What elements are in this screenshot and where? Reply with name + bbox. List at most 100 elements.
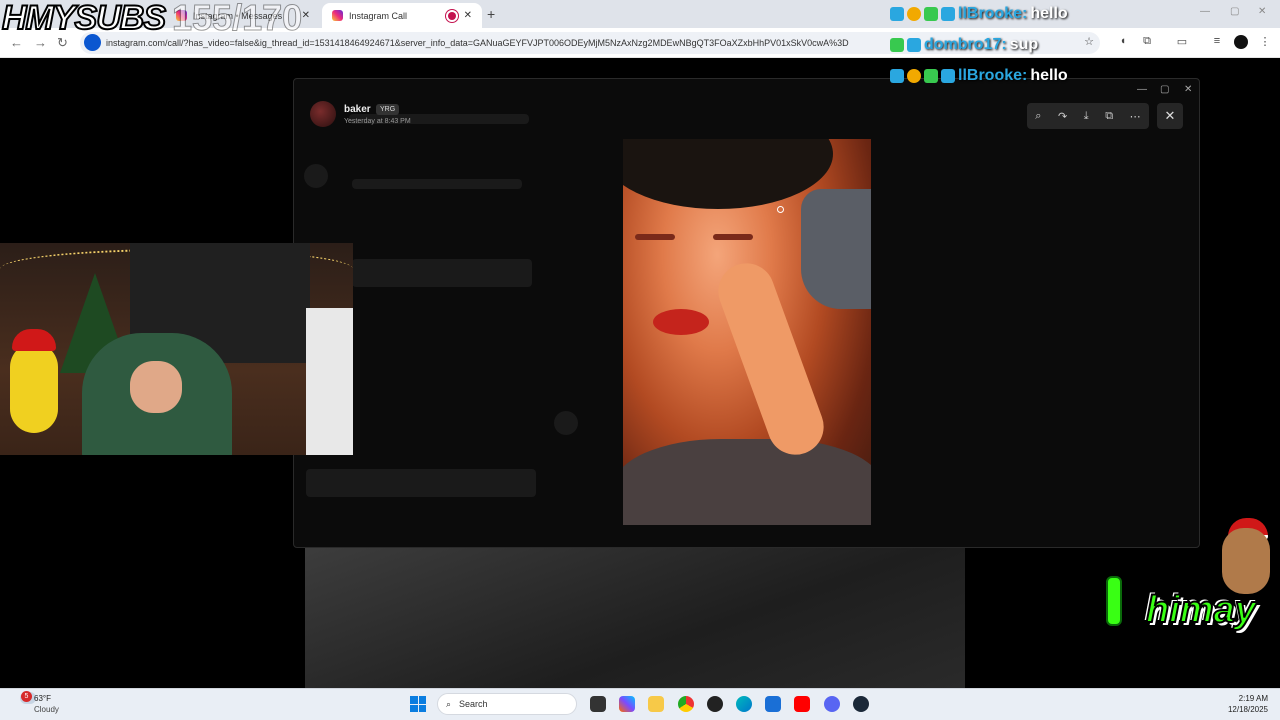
instagram-icon [332, 10, 343, 21]
forward-share-icon[interactable]: ↷ [1058, 110, 1067, 123]
teddy-bear-graphic [1222, 528, 1270, 594]
edge-icon[interactable] [736, 696, 752, 712]
download-icon[interactable]: ⤓ [1084, 110, 1089, 123]
chrome-icon[interactable] [678, 696, 694, 712]
eye [713, 234, 753, 240]
favorites-icon[interactable]: ≡ [1210, 35, 1224, 49]
search-placeholder: Search [459, 699, 488, 709]
tab-instagram-call[interactable]: Instagram Call ✕ [322, 3, 482, 28]
tab-label: Instagram Call [349, 10, 408, 21]
white-cabinet [306, 308, 353, 455]
profile-avatar[interactable] [1234, 35, 1248, 49]
badge-icon [941, 69, 955, 83]
maximize-icon[interactable]: ▢ [1160, 84, 1169, 95]
taskbar [0, 688, 1280, 720]
background-ghost [352, 179, 522, 189]
windows-start-icon[interactable] [410, 696, 426, 712]
bookmark-star-icon[interactable]: ☆ [1082, 35, 1096, 49]
sender-name[interactable]: baker [344, 104, 371, 115]
sub-goal-brand: HMYSUBS [1, 0, 167, 37]
badge-icon [924, 7, 938, 21]
minion-figure [10, 343, 58, 433]
close-tab-icon[interactable]: ✕ [302, 10, 310, 21]
badge-icon [890, 69, 904, 83]
minimize-icon[interactable]: — [1200, 6, 1210, 17]
chat-text: hello [1030, 67, 1068, 84]
weather-desc: Cloudy [34, 705, 59, 714]
badge-icon [890, 7, 904, 21]
video-frame[interactable] [623, 139, 871, 525]
weather-temp: 63°F [34, 694, 51, 703]
store-icon[interactable] [765, 696, 781, 712]
chat-user: llBrooke: [958, 67, 1028, 84]
close-window-icon[interactable]: ✕ [1184, 84, 1192, 95]
copilot-icon[interactable] [619, 696, 635, 712]
streamer-logo: himay [1145, 588, 1257, 632]
background-ghost [306, 469, 536, 497]
clock-date: 12/18/2025 [1227, 705, 1268, 714]
sub-goal-counter: 155/170 [171, 0, 303, 38]
chat-user: llBrooke: [958, 5, 1028, 22]
recording-icon [448, 11, 456, 20]
chat-message: dombro17: sup [890, 36, 1038, 54]
taskbar-search[interactable]: ⌕ Search [437, 693, 577, 715]
weather-badge: 5 [21, 691, 32, 702]
close-window-icon[interactable]: ✕ [1258, 6, 1266, 17]
read-aloud-icon[interactable]: ◖ [1116, 35, 1130, 49]
blurred-background-video [305, 545, 965, 688]
hair [623, 139, 833, 209]
chat-message: llBrooke: hello [890, 5, 1068, 23]
search-icon: ⌕ [446, 698, 452, 709]
discord-icon[interactable] [824, 696, 840, 712]
badge-icon [924, 69, 938, 83]
steam-icon[interactable] [853, 696, 869, 712]
background-ghost [352, 259, 532, 287]
mouse-cursor-icon [777, 206, 784, 213]
split-screen-icon[interactable]: ▭ [1175, 35, 1189, 49]
badge-icon [907, 38, 921, 52]
sender-avatar[interactable] [310, 101, 336, 127]
back-icon[interactable]: ← [10, 35, 23, 50]
sender-badge: YRG [376, 104, 400, 115]
streamer-face [130, 361, 182, 413]
zoom-icon[interactable]: ⌕ [1035, 110, 1041, 123]
chat-user: dombro17: [924, 36, 1007, 53]
system-clock[interactable]: 2:19 AM 12/18/2025 [1228, 693, 1268, 715]
more-options-icon[interactable]: ⋯ [1130, 110, 1141, 123]
background-ghost [554, 411, 578, 435]
lips [653, 309, 709, 335]
extensions-icon[interactable]: ⧉ [1140, 35, 1154, 49]
maximize-icon[interactable]: ▢ [1230, 6, 1239, 17]
badge-icon [907, 7, 921, 21]
close-viewer-button[interactable]: ✕ [1157, 103, 1183, 129]
close-tab-icon[interactable]: ✕ [464, 10, 472, 21]
forward-icon[interactable]: → [34, 35, 47, 50]
chat-message: llBrooke: hello [890, 67, 1068, 85]
santa-hat [12, 329, 56, 351]
message-timestamp: Yesterday at 8:43 PM [344, 118, 411, 125]
obs-icon[interactable] [707, 696, 723, 712]
clock-time: 2:19 AM [1238, 694, 1268, 703]
chat-text: hello [1030, 5, 1068, 22]
chat-text: sup [1009, 36, 1039, 53]
url-text: instagram.com/call/?has_video=false&ig_t… [106, 38, 849, 48]
badge-icon [907, 69, 921, 83]
task-view-icon[interactable] [590, 696, 606, 712]
webcam-overlay [0, 243, 353, 455]
new-tab-button[interactable]: + [487, 6, 495, 22]
background-ghost [304, 164, 328, 188]
screen: Instagram • Messages ✕ Instagram Call ✕ … [0, 0, 1280, 720]
reload-icon[interactable]: ↻ [57, 35, 68, 51]
minimize-icon[interactable]: — [1137, 84, 1147, 95]
badge-icon [890, 38, 904, 52]
media-toolbar: ⌕ ↷ ⤓ ⧉ ⋯ [1027, 103, 1149, 129]
youtube-icon[interactable] [794, 696, 810, 712]
shirt [623, 439, 871, 525]
badge-icon [941, 7, 955, 21]
menu-icon[interactable]: ⋮ [1258, 35, 1272, 49]
instagram-media-viewer: baker YRG Yesterday at 8:43 PM — ▢ ✕ ⌕ ↷… [293, 78, 1200, 548]
open-external-icon[interactable]: ⧉ [1105, 110, 1113, 123]
file-explorer-icon[interactable] [648, 696, 664, 712]
green-bar-graphic [1106, 576, 1122, 626]
pillow [801, 189, 871, 309]
